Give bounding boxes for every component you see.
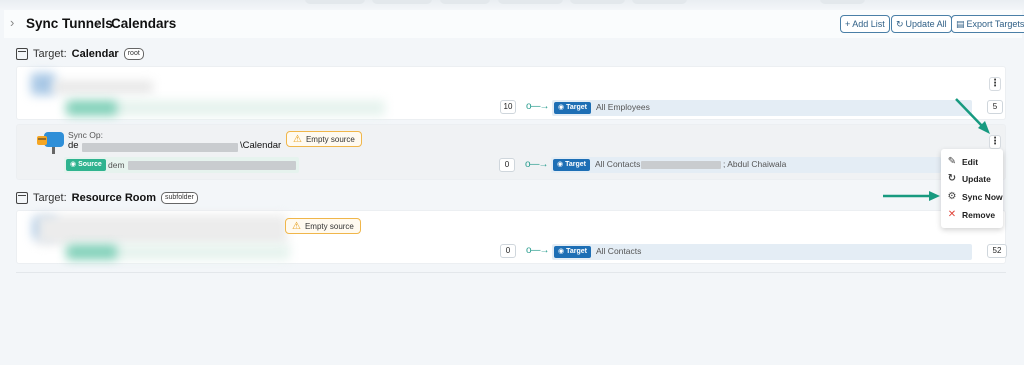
annotation-arrows — [883, 98, 990, 201]
page: › Sync Tunnels › Calendars + Add List ↻ … — [0, 0, 1024, 365]
annotation-arrow-icon — [955, 98, 990, 134]
annotation-arrow-icon — [883, 191, 940, 201]
